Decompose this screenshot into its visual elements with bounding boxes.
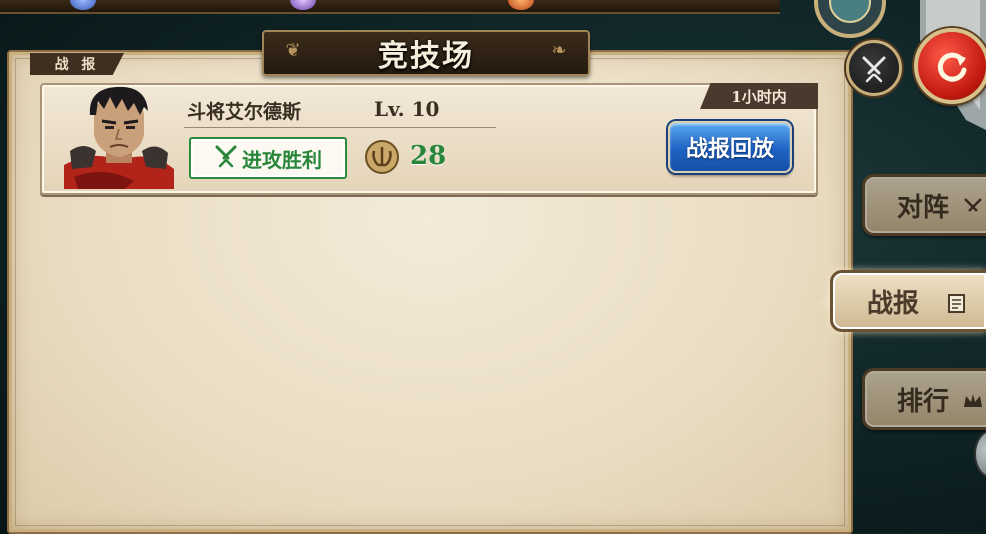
section-tag: 战 报 [30,53,124,75]
fire-orb-icon [508,0,534,10]
crossed-swords-icon [862,56,886,83]
refresh-button[interactable] [914,28,986,104]
result-text: 进攻胜利 [242,147,322,172]
laurel-trophy-icon [364,139,400,175]
tab-ranking-label: 排行 [897,386,950,417]
edge-orb [974,430,986,478]
banner-ornament-left: ❦ [285,40,301,61]
refresh-icon [937,52,967,82]
tab-matchup[interactable]: 对阵 [862,174,986,236]
tab-ranking[interactable]: 排行 [862,368,986,430]
opponent-level: Lv. 10 [374,97,440,121]
trophy-points: 28 [410,141,447,171]
divider [184,127,496,128]
opponent-avatar[interactable] [64,85,174,189]
crossed-swords-icon [962,195,984,217]
top-resource-bar [0,0,780,14]
tab-matchup-label: 对阵 [897,192,950,223]
page-title: 竞技场 [378,39,474,74]
crown-icon [962,389,984,411]
crossed-swords-button[interactable] [846,40,902,96]
opponent-name: 斗将艾尔德斯 [187,101,302,123]
tab-battle-report-label: 战报 [867,288,920,319]
result-badge: 进攻胜利 [189,137,347,179]
orb-icon [290,0,316,10]
battle-record-card: 斗将艾尔德斯 Lv. 10 进攻胜利 28 1小时内 战报回放 [40,83,818,195]
scroll-icon [946,291,968,313]
gem-icon [70,0,96,10]
tab-battle-report[interactable]: 战报 [830,270,986,332]
crossed-swords-icon [214,144,238,172]
banner-ornament-right: ❧ [551,40,567,61]
title-banner: ❦ 竞技场 ❧ [262,30,590,76]
